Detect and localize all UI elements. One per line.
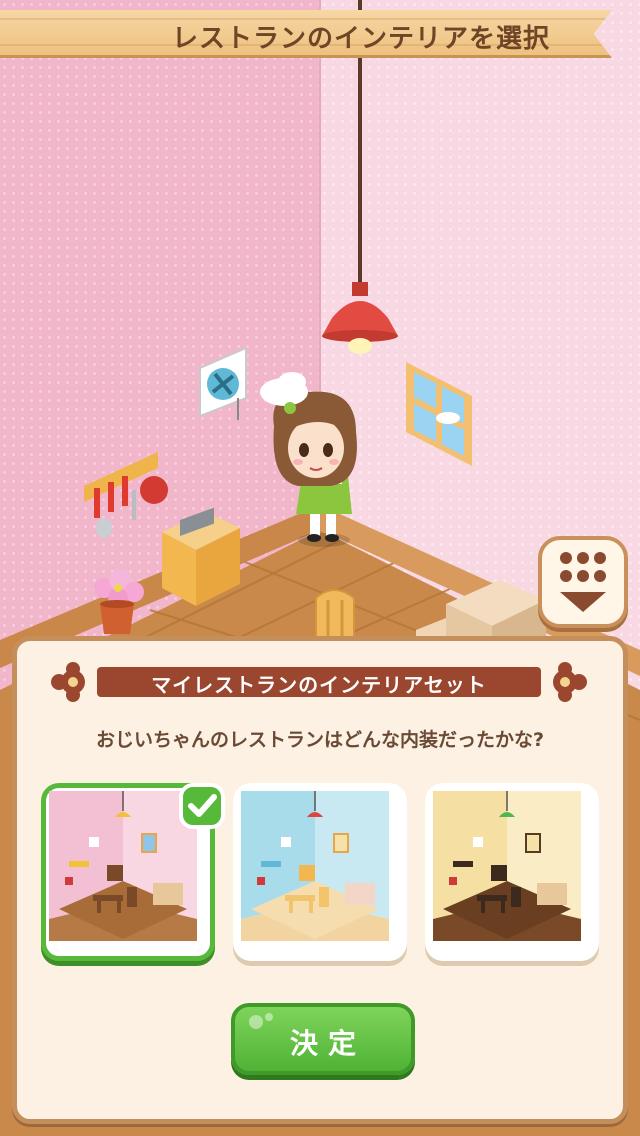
interior-set-panel: マイレストランのインテリアセット おじいちゃんのレストランはどんな内装だったかな… <box>12 636 628 1124</box>
interior-option-blue[interactable] <box>233 783 407 961</box>
window <box>406 362 472 466</box>
vent-fan <box>199 346 247 420</box>
interior-thumbnail-blue <box>241 791 389 941</box>
check-icon <box>188 794 217 817</box>
utensil-rack <box>84 452 168 538</box>
page-title: レストランのインテリアを選択 <box>171 24 550 54</box>
collapse-menu-button[interactable] <box>538 536 628 628</box>
interior-thumbnail-yellow <box>433 791 581 941</box>
panel-title: マイレストランのインテリアセット <box>151 673 487 697</box>
selected-check-badge <box>179 783 225 829</box>
panel-question: おじいちゃんのレストランはどんな内装だったかな? <box>95 729 545 751</box>
confirm-button[interactable]: 決定 <box>231 1003 415 1075</box>
title-banner: レストランのインテリアを選択 <box>0 10 612 58</box>
interior-option-yellow[interactable] <box>425 783 599 961</box>
button-shine <box>265 1013 273 1021</box>
down-arrow-icon <box>560 552 606 612</box>
confirm-button-label: 決定 <box>289 1027 366 1060</box>
interior-thumbnail-pink <box>49 791 197 941</box>
panel-header-ribbon: マイレストランのインテリアセット <box>49 661 589 702</box>
chair <box>315 589 355 641</box>
